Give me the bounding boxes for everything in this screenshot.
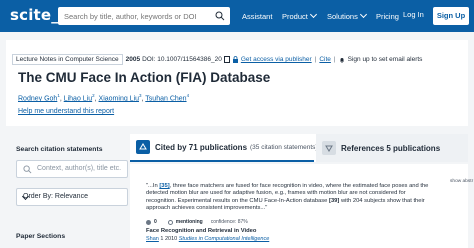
- email-alert-link[interactable]: Sign up to set email alerts: [348, 56, 423, 63]
- nav-solutions[interactable]: Solutions: [327, 10, 367, 21]
- citing-paper-title[interactable]: Face Recognition and Retrieval in Video: [146, 228, 256, 234]
- help-understand-link[interactable]: Help me understand this report: [18, 108, 114, 115]
- citation-tabs: Cited by 71 publications (35 citation st…: [130, 134, 468, 162]
- references-icon: [322, 141, 336, 155]
- global-search-input[interactable]: [58, 11, 208, 21]
- author-list: Rodney Goh1, Lihao Liu2, Xiaoming Liu3, …: [18, 93, 190, 103]
- search-icon[interactable]: [215, 11, 225, 21]
- copy-icon[interactable]: [223, 56, 230, 63]
- author-affiliation: 3: [139, 93, 142, 98]
- order-by-value: Order By: Relevance: [23, 193, 88, 200]
- separator: |: [314, 56, 317, 63]
- nav-product-label: Product: [282, 12, 308, 21]
- author-link[interactable]: Lihao Liu: [64, 95, 92, 102]
- login-button[interactable]: Log In: [403, 10, 424, 19]
- show-abstract-link[interactable]: show abstr: [450, 179, 473, 184]
- author-link[interactable]: Xiaoming Liu: [99, 95, 139, 102]
- citation-search-field[interactable]: Context, author(s), title etc.: [16, 160, 128, 178]
- signup-button[interactable]: Sign Up: [433, 7, 469, 25]
- tab-references-label: References 5 publications: [341, 143, 441, 153]
- tab-cited-by-count: (35 citation statements): [250, 143, 318, 151]
- nav-product[interactable]: Product: [282, 10, 317, 21]
- order-by-select[interactable]: Order By: Relevance: [16, 188, 128, 206]
- doi-text: DOI: 10.1007/11564386_20: [142, 56, 222, 63]
- nav-pricing[interactable]: Pricing: [376, 12, 399, 21]
- author-link[interactable]: Rodney Goh: [18, 95, 57, 102]
- citation-stats: 0 mentioning confidence: 87%: [146, 219, 248, 225]
- mentioning-label: mentioning: [175, 219, 203, 225]
- top-navigation-bar: scite_ Assistant Product Solutions Prici…: [0, 0, 474, 32]
- paper-meta-row: Lecture Notes in Computer Science 2005 D…: [12, 54, 422, 65]
- publication-year: 2005: [125, 56, 141, 63]
- statement-count-icon: [146, 219, 151, 225]
- citation-search-heading: Search citation statements: [16, 146, 103, 153]
- author-affiliation: 1: [57, 93, 60, 98]
- confidence-text: confidence: 87%: [210, 219, 248, 225]
- cited-by-icon: [136, 140, 150, 154]
- global-search-box[interactable]: [58, 7, 230, 25]
- mentioning-icon: [167, 219, 173, 225]
- citing-journal-link[interactable]: Studies in Computational Intelligence: [179, 236, 270, 242]
- reference-marker[interactable]: [39]: [329, 198, 339, 204]
- chevron-down-icon: [359, 10, 367, 19]
- author-link[interactable]: Tsuhan Chen: [145, 95, 186, 102]
- citing-author-link[interactable]: Shan: [146, 236, 159, 242]
- nav-assistant[interactable]: Assistant: [242, 12, 272, 21]
- chevron-down-icon: [309, 10, 317, 19]
- citing-year: 1 2010: [160, 236, 178, 242]
- nav-solutions-label: Solutions: [327, 12, 358, 21]
- author-affiliation: 4: [186, 93, 190, 98]
- search-icon: [23, 165, 32, 174]
- citation-excerpt: "...In [35], three face matchers are fus…: [146, 183, 436, 212]
- excerpt-text: "...In: [146, 183, 160, 189]
- paper-title: The CMU Face In Action (FIA) Database: [18, 70, 271, 85]
- scite-logo[interactable]: scite_: [10, 6, 59, 24]
- citing-paper-meta: Shan 1 2010 Studies in Computational Int…: [146, 236, 269, 242]
- citation-search-placeholder: Context, author(s), title etc.: [37, 165, 122, 172]
- paper-sections-heading: Paper Sections: [16, 233, 66, 240]
- tab-references[interactable]: References 5 publications: [316, 134, 468, 162]
- reference-marker[interactable]: [35]: [159, 183, 169, 189]
- tab-cited-by-label: Cited by 71 publications: [155, 142, 248, 152]
- author-affiliation: 2: [92, 93, 95, 98]
- tab-cited-by[interactable]: Cited by 71 publications (35 citation st…: [130, 134, 318, 162]
- statement-count: 0: [154, 219, 157, 225]
- citation-statement-card: show abstr "...In [35], three face match…: [130, 164, 473, 248]
- cite-link[interactable]: Cite: [319, 56, 331, 63]
- lock-icon: [232, 56, 238, 63]
- separator: |: [333, 56, 336, 63]
- mentioning-badge: mentioning: [167, 219, 206, 225]
- bell-icon[interactable]: [339, 57, 345, 63]
- get-access-link[interactable]: Get access via publisher: [241, 56, 312, 63]
- journal-badge[interactable]: Lecture Notes in Computer Science: [12, 54, 123, 65]
